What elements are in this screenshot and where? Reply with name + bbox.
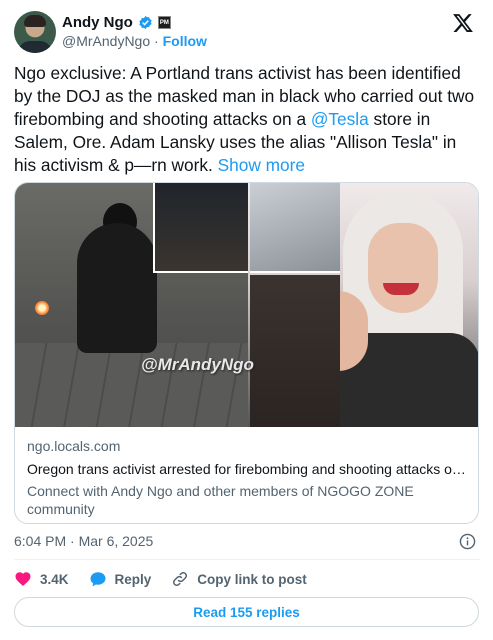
like-button[interactable]: 3.4K xyxy=(14,570,69,588)
verified-badge-icon xyxy=(139,15,152,30)
follow-button[interactable]: Follow xyxy=(163,33,207,49)
reply-label: Reply xyxy=(114,571,152,587)
like-count: 3.4K xyxy=(40,571,69,587)
storefront-photo xyxy=(250,183,340,273)
damaged-car-photo xyxy=(153,183,248,273)
action-bar: 3.4K Reply Copy link to post xyxy=(14,568,480,590)
card-image[interactable]: @MrAndyNgo xyxy=(15,183,478,427)
divider xyxy=(14,559,480,560)
image-watermark: @MrAndyNgo xyxy=(141,355,254,374)
name-row: Andy Ngo PM xyxy=(62,14,171,31)
copy-link-label: Copy link to post xyxy=(197,571,307,587)
card-domain: ngo.locals.com xyxy=(27,438,121,454)
link-preview-card[interactable]: @MrAndyNgo ngo.locals.com Oregon trans a… xyxy=(14,182,479,524)
link-icon xyxy=(173,571,188,587)
affiliation-badge[interactable]: PM xyxy=(157,16,171,29)
tweet-text: Ngo exclusive: A Portland trans activist… xyxy=(14,62,480,177)
card-meta: ngo.locals.com Oregon trans activist arr… xyxy=(27,437,472,518)
display-name[interactable]: Andy Ngo xyxy=(62,14,133,31)
reply-button[interactable]: Reply xyxy=(89,570,152,588)
timestamp[interactable]: 6:04 PM · Mar 6, 2025 xyxy=(14,533,153,549)
interior-photo xyxy=(250,275,340,427)
reply-bubble-icon xyxy=(90,572,106,587)
info-icon[interactable] xyxy=(459,533,476,550)
avatar[interactable] xyxy=(14,11,56,53)
handle[interactable]: @MrAndyNgo xyxy=(62,33,150,49)
mention-link[interactable]: @Tesla xyxy=(311,109,369,129)
separator-dot: · xyxy=(154,33,163,49)
heart-icon xyxy=(15,572,31,586)
read-replies-button[interactable]: Read 155 replies xyxy=(14,597,479,627)
x-logo-icon[interactable] xyxy=(452,12,474,34)
show-more-link[interactable]: Show more xyxy=(218,155,305,175)
handle-row: @MrAndyNgo · Follow xyxy=(62,33,207,49)
card-title: Oregon trans activist arrested for fireb… xyxy=(27,461,472,477)
card-description: Connect with Andy Ngo and other members … xyxy=(27,483,414,517)
copy-link-button[interactable]: Copy link to post xyxy=(171,570,307,588)
post-header: Andy Ngo PM @MrAndyNgo · Follow xyxy=(14,10,480,56)
